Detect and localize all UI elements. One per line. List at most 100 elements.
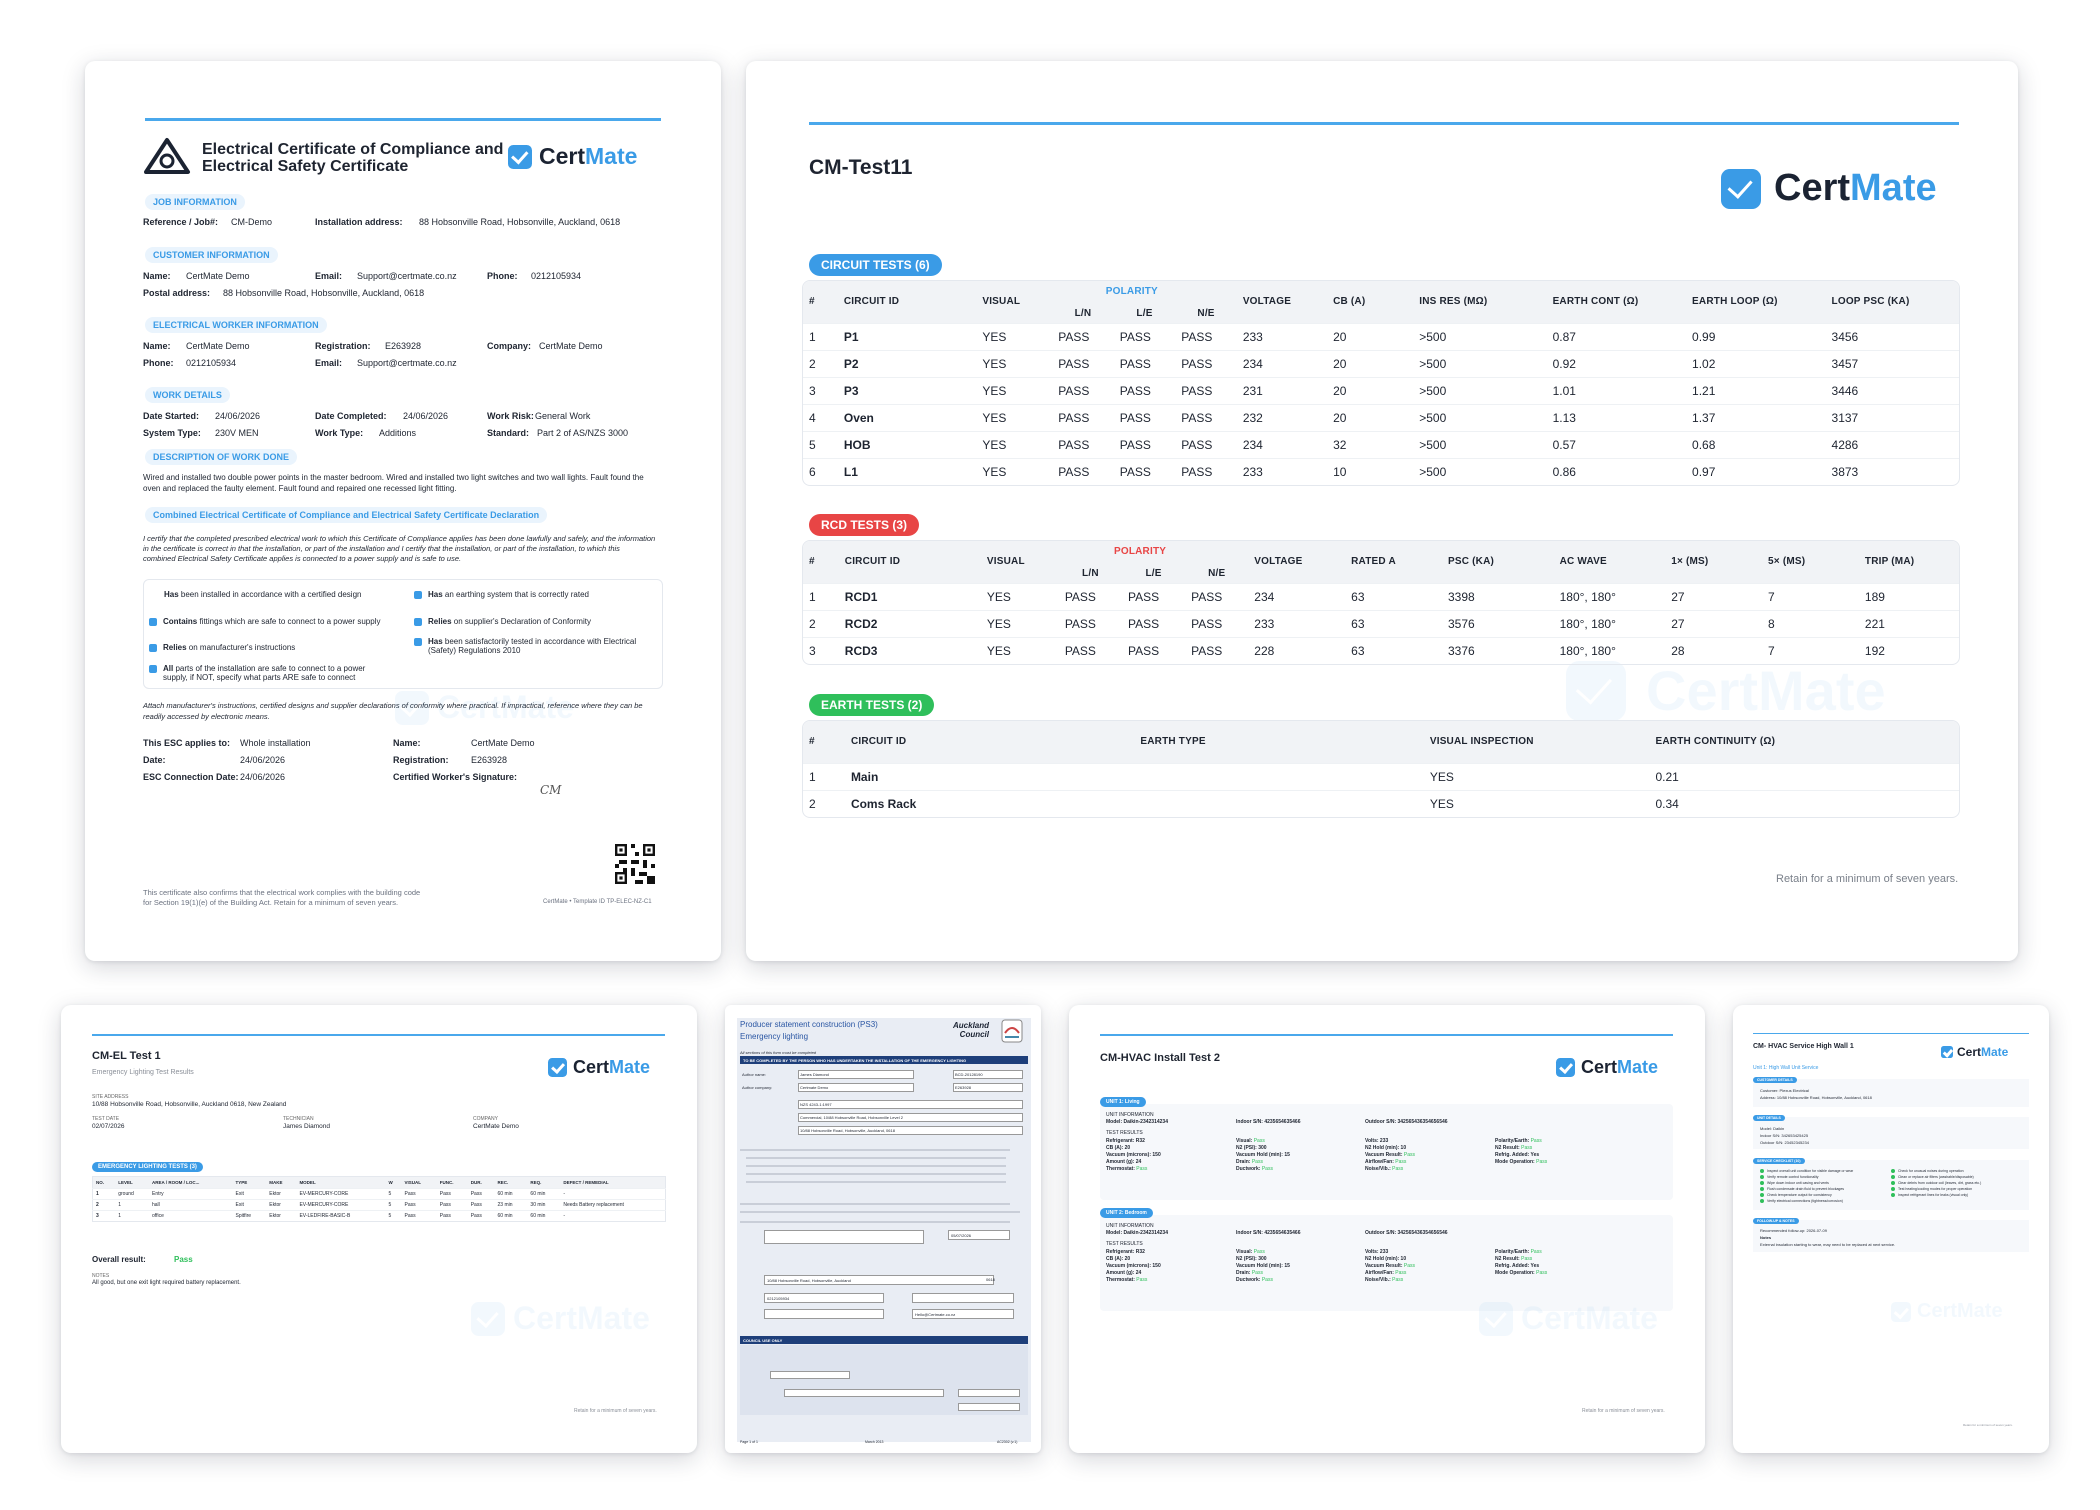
hvac-service-page[interactable]: CM- HVAC Service High Wall 1 Cert Mate Un… xyxy=(1733,1005,2049,1453)
emergency-lighting-page[interactable]: CM-EL Test 1 Emergency Lighting Test Res… xyxy=(61,1005,697,1453)
consent-number-field[interactable]: BCD-20128190 xyxy=(953,1070,1023,1079)
check-item-4[interactable]: Relies on supplier's Declaration of Conf… xyxy=(414,617,591,626)
check-item-2[interactable]: Has an earthing system that is correctly… xyxy=(414,590,589,599)
rcd-tests-badge[interactable]: RCD TESTS (3) xyxy=(809,514,920,536)
table-cell: Entry xyxy=(149,1188,233,1200)
sig-reg-label: Registration: xyxy=(393,755,449,765)
check-item-6[interactable]: Has been satisfactorily tested in accord… xyxy=(414,637,636,655)
table-cell: 189 xyxy=(1858,582,1959,610)
customer-details-badge[interactable]: CUSTOMER DETAILS xyxy=(1753,1077,1797,1083)
service-checklist-badge[interactable]: SERVICE CHECKLIST (10) xyxy=(1753,1158,1805,1164)
addr-label: Installation address: xyxy=(315,217,403,227)
table-cell: PASS xyxy=(1113,322,1176,350)
check-item-7[interactable]: All parts of the installation are safe t… xyxy=(149,664,365,682)
mobile-field[interactable] xyxy=(764,1309,884,1319)
hvac-field: N2 (PSI): 300 xyxy=(1236,1256,1267,1262)
column-header: TYPE xyxy=(235,1180,248,1185)
table-cell: EV-LEDFIRE-BASIC-B xyxy=(296,1210,386,1222)
date-field[interactable]: 05/07/2026 xyxy=(948,1230,1010,1240)
date-value: 24/06/2026 xyxy=(240,755,286,765)
table-header: # CIRCUIT ID VISUAL L/N POLARITY L/E N/E VOLTAG… xyxy=(803,281,1959,323)
table-row: 1 Main YES 0.21 xyxy=(803,762,1959,790)
table-cell: 232 xyxy=(1236,403,1328,431)
table-cell: 3 xyxy=(803,376,838,404)
table-cell: 233 xyxy=(1248,609,1346,637)
hvac-field: Vacuum Result: Pass xyxy=(1365,1263,1416,1269)
unit-outdoor: Outdoor S/N: 23452345234 xyxy=(1760,1140,1809,1145)
certmate-watermark: Cert Mate xyxy=(1566,658,1886,723)
registration-field[interactable]: E263928 xyxy=(953,1083,1023,1092)
table-row: 6 L1 YES PASS PASS PASS 233 10 >500 0.86 0.97 3873 xyxy=(803,457,1959,485)
table-cell: 221 xyxy=(1858,609,1959,637)
ps3-producer-statement-page[interactable]: Producer statement construction (PS3) Em… xyxy=(725,1005,1041,1453)
attach-line-2: readily accessed by electronic means. xyxy=(143,712,270,721)
circuit-tests-badge[interactable]: CIRCUIT TESTS (6) xyxy=(809,254,942,276)
table-cell: Pass xyxy=(401,1210,437,1222)
table-cell: 60 min xyxy=(527,1210,561,1222)
table-cell: PASS xyxy=(1058,636,1122,664)
standard-value: Part 2 of AS/NZS 3000 xyxy=(537,428,629,438)
table-header: # CIRCUIT ID EARTH TYPE VISUAL INSPECTION EA… xyxy=(803,721,1959,763)
table-cell: 63 xyxy=(1345,582,1442,610)
table-cell: 1.37 xyxy=(1686,403,1826,431)
check-item-3[interactable]: Contains fittings which are safe to conn… xyxy=(149,617,380,626)
table-cell: 0.99 xyxy=(1686,322,1826,350)
hvac-field: Refrigerant: R32 xyxy=(1106,1138,1145,1144)
decl-line-1: I certify that the completed prescribed … xyxy=(143,534,656,543)
check-item-1[interactable]: Has been installed in accordance with a … xyxy=(164,590,361,599)
table-cell: YES xyxy=(976,349,1053,377)
address-field[interactable]: 10/88 Hobsonville Road, Hobsonville, Auc… xyxy=(764,1275,994,1285)
fax-field[interactable] xyxy=(912,1293,1014,1303)
table-cell: 0.21 xyxy=(1649,762,1959,790)
table-cell: 3457 xyxy=(1825,349,1959,377)
table-cell: 7 xyxy=(1762,636,1859,664)
table-cell: PASS xyxy=(1113,403,1176,431)
retain-note: Retain for a minimum of seven years. xyxy=(1776,873,1959,885)
column-header: L/N xyxy=(1052,281,1114,323)
table-cell: 60 min xyxy=(494,1188,528,1200)
footer-line-2: for Section 19(1)(e) of the Building Act… xyxy=(143,898,399,907)
cust-email-label: Email: xyxy=(315,271,343,281)
table-cell: 0.57 xyxy=(1546,430,1687,458)
site-address-field[interactable]: 10/88 Hobsonville Road, Hobsonville, Auc… xyxy=(798,1126,1023,1135)
page-subtitle: Emergency Lighting Test Results xyxy=(92,1069,194,1076)
unit-details-badge[interactable]: UNIT DETAILS xyxy=(1753,1115,1785,1121)
author-company-field[interactable]: Certmate Demo xyxy=(798,1083,914,1092)
test-results-page[interactable]: CM-Test11 Cert Mate Cert Mate CIRCUIT TEST… xyxy=(746,61,2018,961)
worker-phone-value: 0212105934 xyxy=(186,358,237,368)
emergency-tests-badge[interactable]: EMERGENCY LIGHTING TESTS (3) xyxy=(92,1162,203,1172)
compliance-certificate-page[interactable]: Electrical Certificate of Compliance and… xyxy=(85,61,721,961)
table-cell: 234 xyxy=(1248,582,1346,610)
unit-1-badge[interactable]: UNIT 1: Living xyxy=(1100,1097,1146,1107)
author-name-field[interactable]: James Diamond xyxy=(798,1070,914,1079)
check-circle-icon xyxy=(1760,1181,1764,1185)
followup-badge[interactable]: FOLLOW-UP & NOTES xyxy=(1753,1218,1799,1224)
legal-description-field[interactable]: Commercial, 10/88 Hobsonville Road, Hobs… xyxy=(798,1113,1023,1122)
test-date-value: 02/07/2026 xyxy=(92,1123,125,1130)
table-cell: PASS xyxy=(1052,349,1114,377)
unit-2-badge[interactable]: UNIT 2: Bedroom xyxy=(1100,1208,1153,1218)
check-item-5[interactable]: Relies on manufacturer's instructions xyxy=(149,643,295,652)
column-header: VOLTAGE xyxy=(1248,541,1346,583)
table-cell: hall xyxy=(149,1199,233,1211)
table-cell: PASS xyxy=(1052,376,1114,404)
qr-code-icon xyxy=(615,844,655,884)
signature-field[interactable] xyxy=(764,1230,924,1244)
earth-tests-badge[interactable]: EARTH TESTS (2) xyxy=(809,694,935,716)
customer-info-heading: CUSTOMER INFORMATION xyxy=(145,247,278,263)
performance-standard-field[interactable]: NZS 4243-1:1997 xyxy=(798,1100,1023,1109)
table-cell: 1.21 xyxy=(1686,376,1826,404)
check-circle-icon xyxy=(1891,1169,1895,1173)
table-header: NO. LEVEL AREA / ROOM / LOC... TYPE MAKE MODE… xyxy=(92,1176,666,1189)
table-cell: 63 xyxy=(1345,609,1442,637)
email-field[interactable]: Hello@Certmate.co.nz xyxy=(912,1309,1014,1319)
table-cell xyxy=(1134,762,1424,790)
desc-line-2: oven and replaced the faulty element. Fa… xyxy=(143,484,457,493)
table-cell: PASS xyxy=(1052,403,1114,431)
column-header: LEVEL xyxy=(118,1180,133,1185)
table-cell: Pass xyxy=(436,1199,468,1211)
business-phone-field[interactable]: 0212105934 xyxy=(764,1293,884,1303)
hvac-install-page[interactable]: CM-HVAC Install Test 2 Cert Mate UNIT INF… xyxy=(1069,1005,1705,1453)
table-cell: Spitfire xyxy=(232,1210,267,1222)
postcode-field[interactable]: 0618 xyxy=(984,1275,1014,1285)
